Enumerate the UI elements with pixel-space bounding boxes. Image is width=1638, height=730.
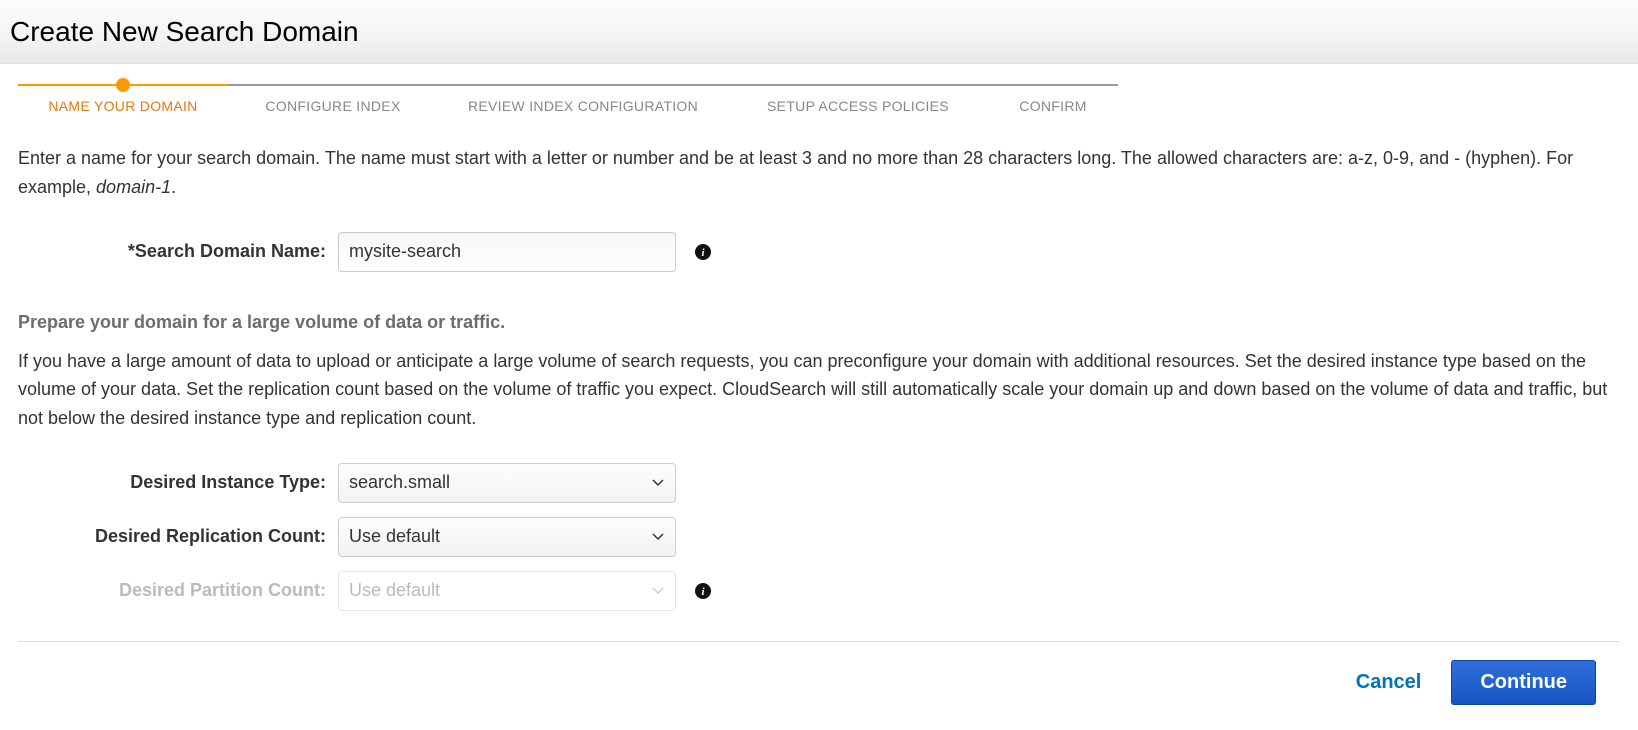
domain-name-label: *Search Domain Name: [18, 241, 338, 262]
scaling-body: If you have a large amount of data to up… [18, 347, 1620, 433]
partition-count-select: Use default [338, 571, 676, 611]
wizard-nav: NAME YOUR DOMAIN CONFIGURE INDEX REVIEW … [0, 64, 1638, 114]
intro-example: domain-1 [96, 177, 171, 197]
wizard-step-name-domain[interactable]: NAME YOUR DOMAIN [18, 98, 228, 114]
form-row-replication-count: Desired Replication Count: Use default [18, 517, 1620, 557]
wizard-step-access-policies[interactable]: SETUP ACCESS POLICIES [728, 98, 988, 114]
wizard-step-dot-active [116, 78, 130, 92]
partition-count-label: Desired Partition Count: [18, 580, 338, 601]
scaling-heading: Prepare your domain for a large volume o… [18, 312, 1620, 333]
instance-type-select[interactable]: search.small [338, 463, 676, 503]
intro-paragraph: Enter a name for your search domain. The… [18, 144, 1620, 202]
wizard-step-confirm[interactable]: CONFIRM [988, 98, 1118, 114]
intro-text-a: Enter a name for your search domain. The… [18, 148, 1573, 197]
footer: Cancel Continue [0, 642, 1638, 723]
content-area: Enter a name for your search domain. The… [0, 114, 1638, 635]
domain-name-input[interactable] [338, 232, 676, 272]
wizard-step-review-index[interactable]: REVIEW INDEX CONFIGURATION [438, 98, 728, 114]
cancel-button[interactable]: Cancel [1356, 671, 1422, 694]
instance-type-value: search.small [349, 472, 450, 493]
info-icon[interactable]: i [694, 243, 712, 261]
form-row-domain-name: *Search Domain Name: i [18, 232, 1620, 272]
intro-text-b: . [171, 177, 176, 197]
partition-count-value: Use default [349, 580, 440, 601]
replication-count-select[interactable]: Use default [338, 517, 676, 557]
form-row-partition-count: Desired Partition Count: Use default i [18, 571, 1620, 611]
replication-count-value: Use default [349, 526, 440, 547]
wizard-step-configure-index[interactable]: CONFIGURE INDEX [228, 98, 438, 114]
page-title: Create New Search Domain [10, 16, 359, 48]
instance-type-label: Desired Instance Type: [18, 472, 338, 493]
header-bar: Create New Search Domain [0, 0, 1638, 64]
info-icon[interactable]: i [694, 582, 712, 600]
replication-count-label: Desired Replication Count: [18, 526, 338, 547]
form-row-instance-type: Desired Instance Type: search.small [18, 463, 1620, 503]
continue-button[interactable]: Continue [1451, 660, 1596, 705]
